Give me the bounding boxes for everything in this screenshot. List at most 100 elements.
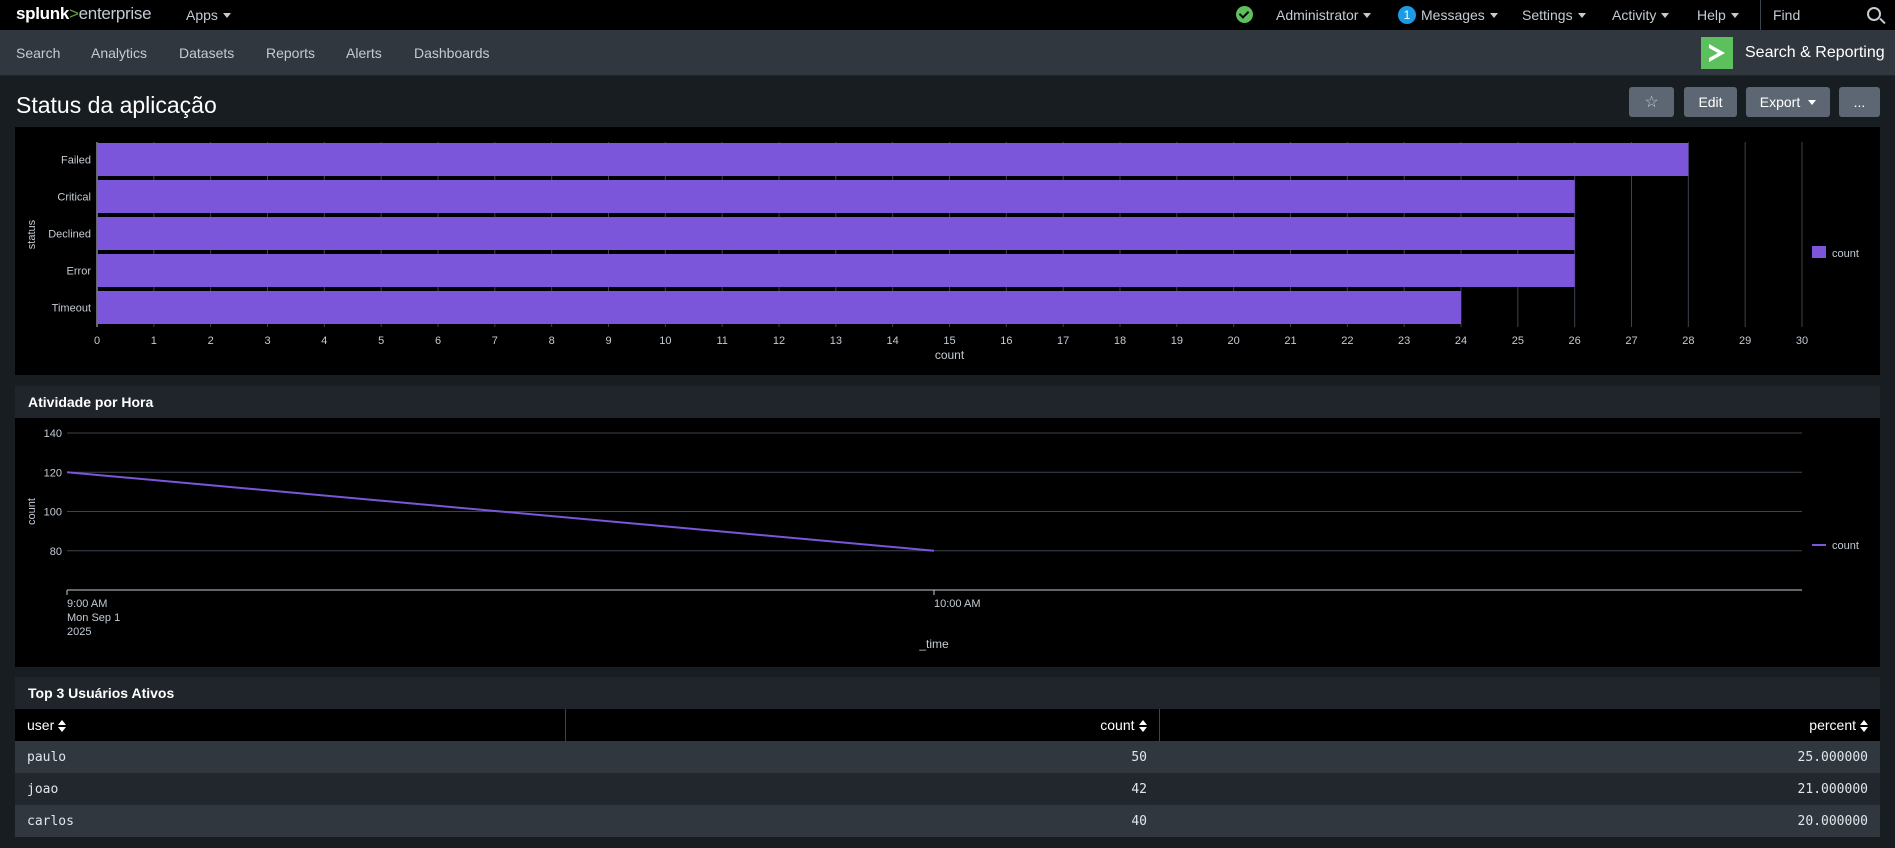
y-tick-label: Failed bbox=[61, 155, 91, 167]
bar-critical bbox=[97, 180, 1575, 213]
column-header-user[interactable]: user bbox=[15, 709, 566, 741]
x-axis-title: _time bbox=[918, 637, 949, 651]
app-bar: Search Analytics Datasets Reports Alerts… bbox=[0, 30, 1895, 76]
sort-icon bbox=[1860, 720, 1868, 733]
activity-menu-label: Activity bbox=[1612, 7, 1657, 23]
edit-button-label: Edit bbox=[1698, 94, 1723, 110]
column-header-percent[interactable]: percent bbox=[1159, 709, 1880, 741]
find-input[interactable]: Find bbox=[1760, 0, 1895, 30]
chevron-down-icon bbox=[1489, 12, 1498, 18]
help-menu[interactable]: Help bbox=[1697, 0, 1739, 30]
x-tick-label: 24 bbox=[1455, 335, 1467, 347]
x-tick-label: Mon Sep 1 bbox=[67, 612, 120, 624]
table-row[interactable]: paulo 50 25.000000 bbox=[15, 741, 1880, 773]
edit-button[interactable]: Edit bbox=[1684, 87, 1737, 117]
cell-percent: 20.000000 bbox=[1159, 805, 1880, 837]
x-tick-label: 6 bbox=[435, 335, 441, 347]
logo-product: enterprise bbox=[78, 4, 152, 23]
status-bar-chart-panel: 0 1 2 3 4 5 6 7 8 9 10 11 12 13 14 15 16 17 18 19 20 21 22 23 24… bbox=[15, 127, 1880, 375]
x-tick-label: 20 bbox=[1228, 335, 1240, 347]
nav-alerts[interactable]: Alerts bbox=[346, 30, 382, 76]
x-tick-label: 3 bbox=[264, 335, 270, 347]
table-row[interactable]: carlos 40 20.000000 bbox=[15, 805, 1880, 837]
chevron-down-icon bbox=[1363, 12, 1372, 18]
top-users-panel-title: Top 3 Usuários Ativos bbox=[15, 677, 1880, 709]
x-tick-label: 29 bbox=[1739, 335, 1751, 347]
x-tick-label: 22 bbox=[1341, 335, 1353, 347]
nav-reports[interactable]: Reports bbox=[266, 30, 315, 76]
cell-count: 40 bbox=[565, 805, 1159, 837]
y-tick-label: Error bbox=[67, 266, 92, 278]
app-title[interactable]: Search & Reporting bbox=[1745, 30, 1885, 76]
nav-dashboards[interactable]: Dashboards bbox=[414, 30, 490, 76]
find-placeholder: Find bbox=[1773, 7, 1801, 23]
activity-line-chart-panel: 80 100 120 140 9:00 AM Mon Sep 1 2025 10:00 AM _… bbox=[15, 418, 1880, 667]
health-ok-icon[interactable] bbox=[1236, 6, 1253, 23]
sort-icon bbox=[1138, 720, 1147, 733]
logo-gt: > bbox=[69, 4, 79, 23]
x-tick-label: 8 bbox=[549, 335, 555, 347]
cell-percent: 25.000000 bbox=[1159, 741, 1880, 773]
messages-menu[interactable]: 1 Messages bbox=[1398, 0, 1498, 30]
nav-analytics[interactable]: Analytics bbox=[91, 30, 147, 76]
x-tick-label: 15 bbox=[943, 335, 955, 347]
settings-menu-label: Settings bbox=[1522, 7, 1573, 23]
cell-user: paulo bbox=[15, 741, 565, 773]
x-tick-label: 19 bbox=[1171, 335, 1183, 347]
x-tick-label: 14 bbox=[887, 335, 899, 347]
x-tick-label: 7 bbox=[492, 335, 498, 347]
nav-datasets[interactable]: Datasets bbox=[179, 30, 234, 76]
column-header-label: count bbox=[1100, 717, 1135, 733]
x-tick-label: 21 bbox=[1284, 335, 1296, 347]
legend-swatch bbox=[1812, 246, 1826, 258]
bar-error bbox=[97, 254, 1575, 287]
nav-search[interactable]: Search bbox=[16, 30, 60, 76]
logo-brand: splunk bbox=[16, 4, 69, 23]
y-tick-label: Declined bbox=[48, 229, 91, 241]
column-header-count[interactable]: count bbox=[565, 709, 1160, 741]
top-users-table: user count percent paulo 50 25.000000 jo… bbox=[15, 709, 1880, 837]
splunk-logo[interactable]: splunk>enterprise bbox=[16, 4, 152, 24]
x-tick-label: 23 bbox=[1398, 335, 1410, 347]
chevron-down-icon bbox=[222, 12, 231, 18]
chevron-down-icon bbox=[1661, 12, 1670, 18]
user-menu[interactable]: Administrator bbox=[1276, 0, 1372, 30]
chevron-down-icon bbox=[1577, 12, 1586, 18]
export-button[interactable]: Export bbox=[1746, 87, 1830, 117]
cell-percent: 21.000000 bbox=[1159, 773, 1880, 805]
x-tick-label: 12 bbox=[773, 335, 785, 347]
x-tick-label: 9:00 AM bbox=[67, 598, 107, 610]
y-tick-label: 100 bbox=[44, 507, 62, 519]
more-actions-button[interactable]: ... bbox=[1839, 87, 1880, 117]
x-tick-label: 27 bbox=[1625, 335, 1637, 347]
help-menu-label: Help bbox=[1697, 7, 1726, 23]
search-icon[interactable] bbox=[1867, 7, 1881, 21]
dashboard-title: Status da aplicação bbox=[16, 92, 217, 118]
y-tick-label: Critical bbox=[57, 192, 91, 204]
x-tick-label: 16 bbox=[1000, 335, 1012, 347]
x-axis-title: count bbox=[935, 348, 965, 362]
column-header-label: percent bbox=[1809, 717, 1856, 733]
bar-failed bbox=[97, 143, 1689, 176]
x-tick-label: 5 bbox=[378, 335, 384, 347]
x-tick-label: 9 bbox=[605, 335, 611, 347]
activity-menu[interactable]: Activity bbox=[1612, 0, 1670, 30]
bar-timeout bbox=[97, 291, 1461, 324]
column-header-label: user bbox=[27, 717, 55, 733]
favorite-star-button[interactable]: ☆ bbox=[1629, 87, 1674, 117]
status-bar-chart: 0 1 2 3 4 5 6 7 8 9 10 11 12 13 14 15 16 17 18 19 20 21 22 23 24… bbox=[26, 142, 1859, 362]
x-tick-label: 26 bbox=[1569, 335, 1581, 347]
activity-panel-title: Atividade por Hora bbox=[15, 386, 1880, 418]
apps-menu[interactable]: Apps bbox=[186, 0, 231, 30]
legend-label: count bbox=[1832, 248, 1859, 260]
y-axis-title: status bbox=[26, 219, 38, 249]
messages-menu-label: Messages bbox=[1421, 7, 1485, 23]
cell-user: joao bbox=[15, 773, 565, 805]
more-actions-label: ... bbox=[1853, 94, 1866, 110]
cell-user: carlos bbox=[15, 805, 565, 837]
settings-menu[interactable]: Settings bbox=[1522, 0, 1586, 30]
x-tick-label: 2 bbox=[208, 335, 214, 347]
export-button-label: Export bbox=[1759, 94, 1801, 110]
x-tick-label: 4 bbox=[321, 335, 327, 347]
table-row[interactable]: joao 42 21.000000 bbox=[15, 773, 1880, 805]
